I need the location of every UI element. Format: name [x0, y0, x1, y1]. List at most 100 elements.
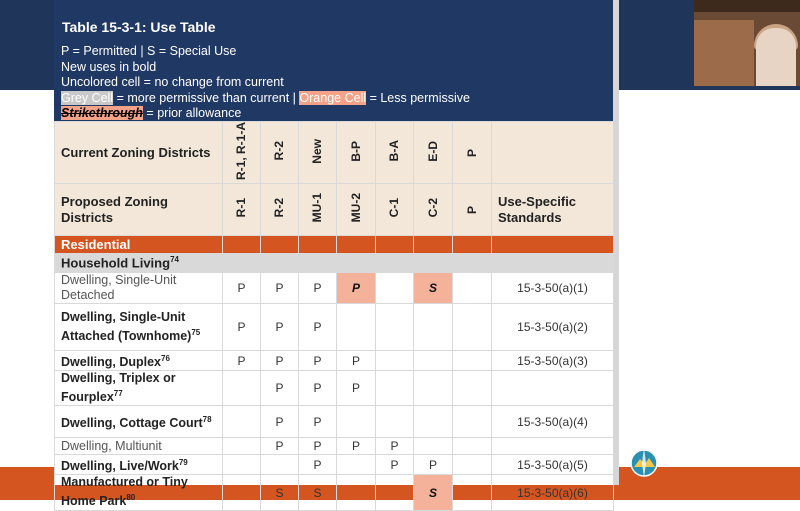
silverton-logo: SILVERTON LAND USE — [626, 445, 800, 481]
legend: P = Permitted | S = Special Use New uses… — [61, 44, 470, 122]
table-row: Dwelling, Single-Unit Attached (Townhome… — [54, 303, 614, 352]
table-row: Dwelling, Live/Work79 P P P 15-3-50(a)(5… — [54, 454, 614, 476]
legend-line-3: Uncolored cell = no change from current — [61, 75, 284, 89]
proposed-col-r2: R-2 — [272, 198, 286, 218]
cell — [222, 437, 261, 456]
cell — [452, 350, 492, 372]
participant-video-thumbnail[interactable] — [694, 0, 800, 86]
cell — [452, 454, 492, 476]
use-name: Manufactured or Tiny Home Park — [61, 475, 188, 509]
current-zoning-label: Current Zoning Districts — [54, 120, 223, 185]
cell — [336, 454, 376, 476]
cell: P — [298, 405, 337, 439]
legend-orange-desc: = Less permissive — [366, 90, 470, 105]
proposed-col-mu1: MU-1 — [310, 193, 324, 223]
footnote: 77 — [113, 389, 123, 399]
cell — [452, 370, 492, 407]
cell — [375, 405, 414, 439]
use-standard: 15-3-50(a)(5) — [491, 454, 614, 476]
cell: P — [298, 454, 337, 476]
cell — [222, 474, 261, 511]
cell: P — [413, 454, 453, 476]
cell: S — [260, 474, 299, 511]
cell — [413, 437, 453, 456]
cell — [452, 303, 492, 352]
video-background-wall — [694, 20, 754, 86]
current-col-ed: E-D — [425, 140, 440, 162]
proposed-col-c1: C-1 — [387, 198, 401, 218]
cell: P — [260, 405, 299, 439]
legend-grey-desc: = more permissive than current | — [113, 90, 300, 105]
use-table: Current Zoning Districts R-1, R-1-A R-2 … — [54, 120, 614, 511]
cell — [375, 350, 414, 372]
use-standard: 15-3-50(a)(3) — [491, 350, 614, 372]
cell: P — [260, 272, 299, 305]
table-title: Table 15-3-1: Use Table — [62, 19, 216, 35]
cell — [375, 370, 414, 407]
current-col-bp: B-P — [348, 140, 363, 162]
table-row: Dwelling, Multiunit P P P P — [54, 437, 614, 456]
use-name: Dwelling, Cottage Court — [61, 416, 203, 431]
cell — [452, 437, 492, 456]
proposed-col-r1: R-1 — [234, 198, 248, 218]
cell: P — [298, 303, 337, 352]
legend-line-5: Strikethrough = prior allowance — [61, 106, 470, 122]
legend-line-4: Grey Cell = more permissive than current… — [61, 90, 470, 107]
table-row: Dwelling, Duplex76 P P P P 15-3-50(a)(3) — [54, 350, 614, 372]
cell — [222, 405, 261, 439]
use-specific-standards-label: Use-Specific Standards — [491, 183, 614, 237]
footnote: 76 — [161, 354, 170, 364]
table-row: Dwelling, Cottage Court78 P P 15-3-50(a)… — [54, 405, 614, 439]
cell: P — [298, 437, 337, 456]
cell — [452, 272, 492, 305]
cell: P — [375, 437, 414, 456]
cell — [375, 303, 414, 352]
proposed-col-mu2: MU-2 — [348, 193, 363, 223]
footnote: 75 — [191, 327, 201, 337]
cell: P — [298, 272, 337, 305]
cell: P — [222, 272, 261, 305]
cell-less-permissive: S — [413, 272, 453, 305]
compass-logo-icon — [630, 448, 658, 478]
cell — [260, 454, 299, 476]
cell — [452, 405, 492, 439]
legend-strikethrough: Strikethrough — [61, 106, 143, 120]
footnote: 79 — [178, 458, 188, 468]
proposed-districts-row: Proposed Zoning Districts R-1 R-2 MU-1 M… — [54, 183, 614, 237]
legend-line-2: New uses in bold — [61, 59, 157, 74]
legend-line-1: P = Permitted | S = Special Use — [61, 44, 237, 58]
cell-less-permissive: S — [413, 474, 453, 511]
use-standard — [491, 370, 614, 407]
cell: P — [222, 303, 261, 352]
legend-strike-desc: = prior allowance — [142, 106, 242, 120]
cell: P — [336, 350, 376, 372]
subsection-household-living: Household Living — [61, 255, 171, 271]
current-col-new: New — [310, 138, 324, 164]
slide-header: Table 15-3-1: Use Table P = Permitted | … — [54, 0, 613, 121]
cell — [375, 474, 414, 511]
cell: P — [260, 437, 299, 456]
cell — [222, 454, 261, 476]
use-standard — [491, 437, 614, 456]
use-name: Dwelling, Single-Unit Detached — [61, 273, 177, 303]
cell: S — [298, 474, 337, 511]
proposed-col-c2: C-2 — [425, 198, 440, 218]
subsection-row: Household Living74 — [54, 253, 614, 274]
cell — [413, 405, 453, 439]
cell: P — [336, 437, 376, 456]
cell — [413, 350, 453, 372]
cell: P — [298, 370, 337, 407]
cell: P — [222, 350, 261, 372]
footnote: 80 — [126, 493, 136, 503]
subsection-footnote: 74 — [170, 255, 179, 265]
use-name: Dwelling, Triplex or Fourplex — [61, 371, 176, 405]
cell-less-permissive: P — [336, 272, 376, 305]
cell: P — [375, 454, 414, 476]
current-col-r1: R-1, R-1-A — [234, 122, 248, 181]
cell — [336, 405, 376, 439]
footnote: 78 — [202, 415, 212, 425]
cell: P — [260, 303, 299, 352]
cell — [375, 272, 414, 305]
cell — [336, 303, 376, 352]
cell — [452, 474, 492, 511]
